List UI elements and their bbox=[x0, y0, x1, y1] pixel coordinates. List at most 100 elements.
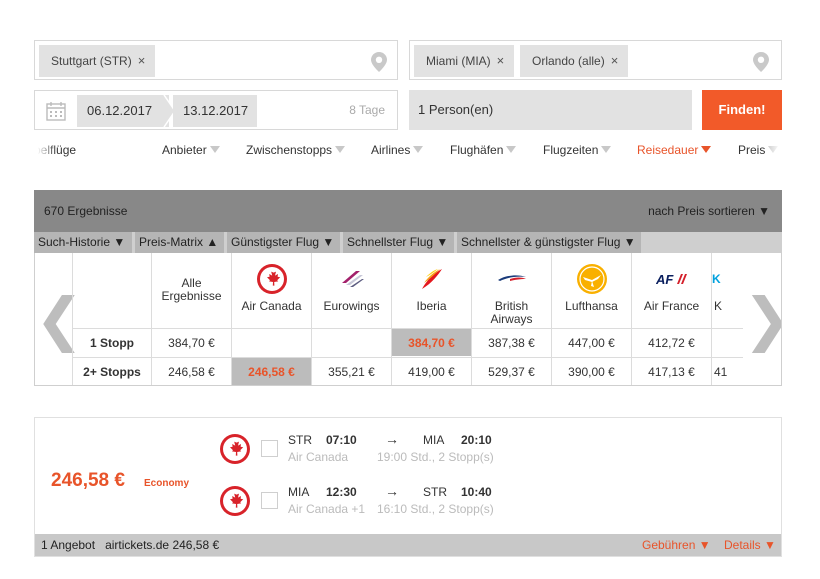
airline-name: Eurowings bbox=[323, 299, 380, 313]
location-pin-icon[interactable] bbox=[753, 52, 769, 72]
leg-from: MIA bbox=[288, 485, 310, 499]
filter-stops[interactable]: Zwischenstopps bbox=[246, 143, 346, 157]
filter-label: Flugzeiten bbox=[543, 143, 599, 157]
filter-label: Preis bbox=[738, 143, 766, 157]
chip-remove-icon[interactable]: × bbox=[138, 53, 146, 68]
airline-name: Air Canada bbox=[241, 299, 302, 313]
leg-to: MIA bbox=[423, 433, 445, 447]
matrix-cell[interactable]: 387,38 € bbox=[472, 328, 551, 356]
matrix-cell-cheapest[interactable]: 384,70 € bbox=[392, 328, 471, 356]
matrix-cell[interactable]: 447,00 € bbox=[552, 328, 631, 356]
tab-price-matrix[interactable]: Preis-Matrix ▲ bbox=[135, 232, 224, 253]
matrix-column-air-france: AF Air France 412,72 € 417,13 € bbox=[631, 253, 711, 385]
details-link[interactable]: Details ▼ bbox=[724, 534, 776, 556]
matrix-cell[interactable]: 246,58 € bbox=[152, 357, 231, 385]
chip-remove-icon[interactable]: × bbox=[497, 53, 505, 68]
dropdown-triangle-icon bbox=[601, 146, 612, 153]
leg-airline: Air Canada +1 bbox=[288, 502, 366, 516]
search-button[interactable]: Finden! bbox=[702, 90, 782, 130]
dropdown-triangle-icon bbox=[413, 146, 424, 153]
trip-days: 8 Tage bbox=[349, 103, 385, 117]
leg-arrival-time: 20:10 bbox=[461, 433, 492, 447]
tab-search-history[interactable]: Such-Historie ▼ bbox=[34, 232, 132, 253]
destination-field[interactable]: Miami (MIA) × Orlando (alle) × bbox=[409, 40, 782, 80]
cabin-class: Economy bbox=[144, 478, 190, 489]
leg-arrow: → bbox=[385, 431, 399, 447]
filter-airlines[interactable]: Airlines bbox=[371, 143, 424, 157]
filter-label: Airlines bbox=[371, 143, 411, 157]
calendar-icon[interactable] bbox=[46, 101, 66, 121]
dropdown-triangle-icon bbox=[701, 146, 712, 153]
matrix-cell[interactable]: 355,21 € bbox=[312, 357, 391, 385]
tab-fastest-flight[interactable]: Schnellster Flug ▼ bbox=[343, 232, 454, 253]
british-airways-logo-icon bbox=[498, 275, 526, 281]
matrix-cell-cheapest[interactable]: 246,58 € bbox=[232, 357, 311, 385]
svg-text:AF: AF bbox=[656, 272, 674, 287]
outbound-leg[interactable]: STR 07:10 → MIA 20:10 Air Canada 19:00 S… bbox=[219, 431, 519, 473]
matrix-cell[interactable]: 529,37 € bbox=[472, 357, 551, 385]
airline-name: British Airways bbox=[490, 299, 533, 326]
price-matrix: ❮ 1 Stopp 2+ Stopps Alle Ergebnisse 384,… bbox=[34, 253, 782, 386]
destination-chip-label: Orlando (alle) bbox=[532, 54, 605, 68]
leg-airline: Air Canada bbox=[288, 450, 349, 464]
filter-label: Anbieter bbox=[162, 143, 207, 157]
matrix-prev-arrow[interactable]: ❮ bbox=[35, 253, 84, 385]
matrix-cell[interactable] bbox=[312, 328, 391, 356]
svg-text:K: K bbox=[712, 272, 721, 286]
air-canada-logo-icon bbox=[257, 264, 287, 294]
matrix-cell[interactable]: 419,00 € bbox=[392, 357, 471, 385]
filter-trip-duration[interactable]: Reisedauer bbox=[637, 143, 712, 157]
offer-provider[interactable]: airtickets.de 246,58 € bbox=[105, 538, 219, 552]
filter-label: Reisedauer bbox=[637, 143, 699, 157]
filter-flight-times[interactable]: Flugzeiten bbox=[543, 143, 612, 157]
leg-checkbox[interactable] bbox=[261, 440, 278, 457]
passengers-field[interactable]: 1 Person(en) bbox=[409, 90, 692, 130]
sort-dropdown[interactable]: nach Preis sortieren ▼ bbox=[648, 204, 770, 218]
matrix-column-all: Alle Ergebnisse 384,70 € 246,58 € bbox=[151, 253, 231, 385]
dropdown-triangle-icon bbox=[335, 146, 346, 153]
filter-label: Flughäfen bbox=[450, 143, 504, 157]
matrix-cell[interactable]: 417,13 € bbox=[632, 357, 711, 385]
destination-chip[interactable]: Orlando (alle) × bbox=[520, 45, 629, 77]
matrix-column-iberia: Iberia 384,70 € 419,00 € bbox=[391, 253, 471, 385]
origin-chip[interactable]: Stuttgart (STR) × bbox=[39, 45, 156, 77]
row-label-one-stop: 1 Stopp bbox=[73, 328, 151, 356]
lufthansa-logo-icon bbox=[577, 264, 607, 294]
filter-providers[interactable]: Anbieter bbox=[162, 143, 220, 157]
offer-footer: 1 Angebot airtickets.de 246,58 € Gebühre… bbox=[35, 534, 781, 556]
matrix-column-lufthansa: Lufthansa 447,00 € 390,00 € bbox=[551, 253, 631, 385]
return-leg[interactable]: MIA 12:30 → STR 10:40 Air Canada +1 16:1… bbox=[219, 483, 519, 525]
departure-date[interactable]: 06.12.2017 bbox=[77, 95, 169, 127]
chip-remove-icon[interactable]: × bbox=[611, 53, 619, 68]
origin-chip-label: Stuttgart (STR) bbox=[51, 54, 132, 68]
matrix-cell[interactable]: 384,70 € bbox=[152, 328, 231, 356]
destination-chip[interactable]: Miami (MIA) × bbox=[414, 45, 515, 77]
return-date[interactable]: 13.12.2017 bbox=[173, 95, 257, 127]
origin-field[interactable]: Stuttgart (STR) × bbox=[34, 40, 398, 80]
filter-airports[interactable]: Flughäfen bbox=[450, 143, 517, 157]
air-france-logo-icon: AF bbox=[656, 272, 687, 287]
leg-departure-time: 07:10 bbox=[326, 433, 357, 447]
matrix-cell[interactable]: 412,72 € bbox=[632, 328, 711, 356]
matrix-column-eurowings: Eurowings 355,21 € bbox=[311, 253, 391, 385]
leg-arrival-time: 10:40 bbox=[461, 485, 492, 499]
tab-cheapest-flight[interactable]: Günstigster Flug ▼ bbox=[227, 232, 340, 253]
fees-link[interactable]: Gebühren ▼ bbox=[642, 534, 711, 556]
filter-fade-right bbox=[766, 140, 784, 160]
date-range-field[interactable]: 06.12.2017 13.12.2017 8 Tage bbox=[34, 90, 398, 130]
iberia-logo-icon bbox=[422, 269, 442, 289]
matrix-cell[interactable] bbox=[232, 328, 311, 356]
dropdown-triangle-icon bbox=[209, 146, 220, 153]
results-tabs: Such-Historie ▼ Preis-Matrix ▲ Günstigst… bbox=[34, 232, 782, 253]
tab-fastest-cheapest[interactable]: Schnellster & günstigster Flug ▼ bbox=[457, 232, 641, 253]
offer-count: 1 Angebot airtickets.de 246,58 € bbox=[41, 534, 219, 556]
leg-to: STR bbox=[423, 485, 447, 499]
destination-chip-label: Miami (MIA) bbox=[426, 54, 491, 68]
results-count: 670 Ergebnisse bbox=[44, 204, 128, 218]
leg-checkbox[interactable] bbox=[261, 492, 278, 509]
matrix-cell[interactable]: 390,00 € bbox=[552, 357, 631, 385]
location-pin-icon[interactable] bbox=[371, 52, 387, 72]
airline-name: Lufthansa bbox=[565, 299, 618, 313]
flight-offer-card[interactable]: 246,58 € Economy STR 07:10 → MIA 20:10 A… bbox=[34, 417, 782, 557]
matrix-next-arrow[interactable]: ❯ bbox=[743, 253, 781, 385]
